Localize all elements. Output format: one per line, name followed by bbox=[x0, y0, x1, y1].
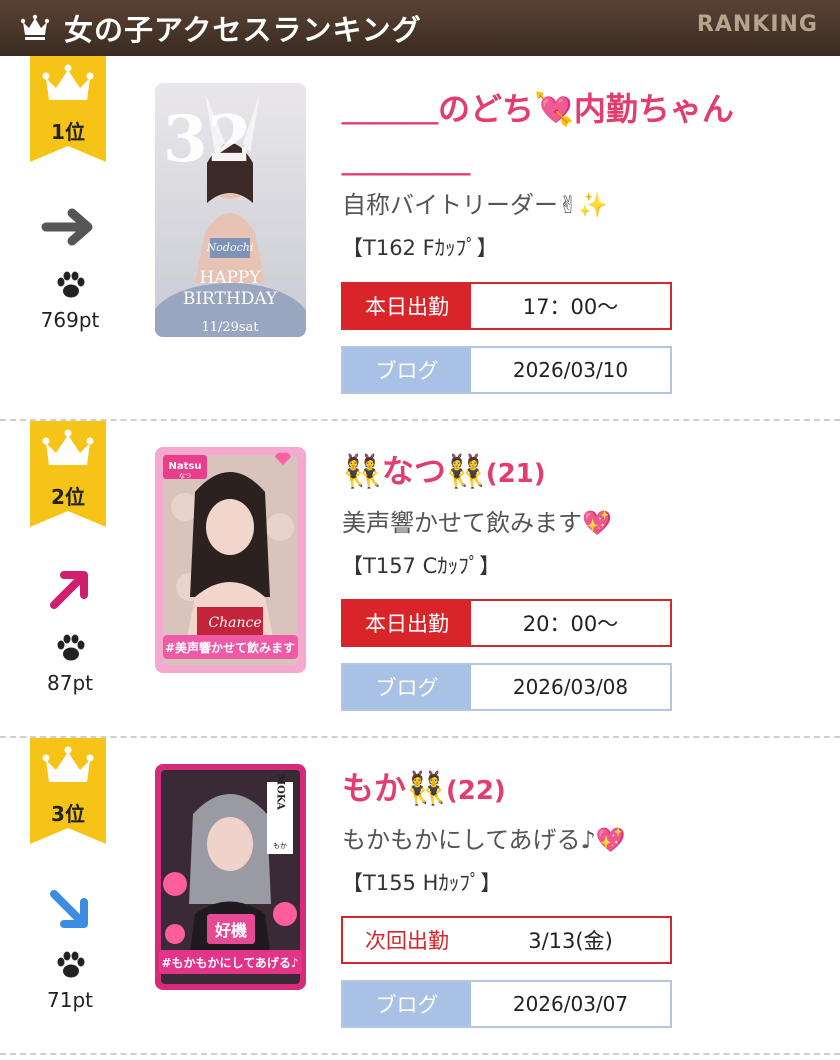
cast-name[interactable]: ＿＿＿のどち💘内勤ちゃん bbox=[342, 85, 734, 133]
work-label: 次回出勤 bbox=[343, 918, 471, 962]
cast-spec: 【T155 Hｶｯﾌﾟ】 bbox=[342, 871, 502, 895]
points-value: 769pt bbox=[40, 308, 100, 332]
ranking-label: RANKING bbox=[696, 12, 818, 37]
photo-tag-sub: なつ bbox=[179, 473, 191, 480]
points-value: 87pt bbox=[47, 671, 93, 695]
blog-label: ブログ bbox=[343, 348, 471, 392]
photo-line-birthday: BIRTHDAY bbox=[183, 289, 278, 309]
rank-label: 3位 bbox=[51, 802, 85, 826]
rank-ribbon: 2位 bbox=[30, 421, 106, 527]
work-schedule: 本日出勤 20：00〜 bbox=[341, 599, 672, 647]
crown-icon bbox=[20, 14, 50, 40]
rank-label: 2位 bbox=[51, 485, 85, 509]
cast-catchphrase: 美声響かせて飲みます💖 bbox=[342, 509, 612, 537]
blog-link[interactable]: ブログ 2026/03/07 bbox=[341, 980, 672, 1028]
cast-name-line2[interactable]: ＿＿＿＿ bbox=[342, 136, 470, 184]
work-time: 20：00〜 bbox=[522, 612, 619, 636]
photo-caption: #もかもかにしてあげる♪ bbox=[162, 955, 299, 970]
cast-name-text: 👯なつ👯 bbox=[342, 452, 486, 490]
blog-date: 2026/03/07 bbox=[512, 992, 629, 1016]
down-right-arrow-icon bbox=[50, 890, 88, 928]
ranking-entry-2[interactable]: 2位 87pt Natsu なつ Chance #美声響かせて飲みます 👯なつ👯… bbox=[0, 421, 840, 737]
paw-icon bbox=[57, 634, 85, 661]
work-label: 本日出勤 bbox=[343, 601, 471, 645]
paw-icon bbox=[57, 951, 85, 978]
page-title: 女の子アクセスランキング bbox=[64, 13, 422, 47]
cast-photo[interactable]: MOKA もか 好機 #もかもかにしてあげる♪ bbox=[155, 764, 306, 990]
work-time: 17：00〜 bbox=[522, 295, 619, 319]
up-right-arrow-icon bbox=[50, 571, 88, 609]
photo-name: Nodochi bbox=[206, 241, 254, 254]
work-schedule: 本日出勤 17：00〜 bbox=[341, 282, 672, 330]
cast-age: (22) bbox=[445, 776, 506, 806]
photo-number: 32 bbox=[163, 102, 252, 177]
entry-divider bbox=[0, 1053, 840, 1055]
photo-badge: 好機 bbox=[214, 921, 247, 940]
cast-age: (21) bbox=[485, 459, 546, 489]
blog-label: ブログ bbox=[343, 982, 471, 1026]
cast-photo[interactable]: Natsu なつ Chance #美声響かせて飲みます bbox=[155, 447, 306, 673]
right-arrow-icon bbox=[41, 208, 93, 246]
blog-link[interactable]: ブログ 2026/03/08 bbox=[341, 663, 672, 711]
photo-caption: #美声響かせて飲みます bbox=[165, 640, 295, 655]
cast-photo[interactable]: 32 Nodochi HAPPY BIRTHDAY 11/29sat bbox=[155, 83, 306, 337]
rank-ribbon: 1位 bbox=[30, 56, 106, 162]
paw-icon bbox=[57, 271, 85, 298]
cast-name-text: もか👯 bbox=[342, 769, 446, 807]
photo-line-happy: HAPPY bbox=[199, 268, 261, 288]
cast-spec: 【T157 Cｶｯﾌﾟ】 bbox=[342, 554, 501, 578]
points-value: 71pt bbox=[47, 988, 93, 1012]
photo-tag-sub: もか bbox=[273, 842, 287, 850]
blog-link[interactable]: ブログ 2026/03/10 bbox=[341, 346, 672, 394]
work-label: 本日出勤 bbox=[343, 284, 471, 328]
ranking-entry-1[interactable]: 1位 769pt 32 Nodochi HAPPY BIRTHDAY 11/29… bbox=[0, 56, 840, 394]
blog-label: ブログ bbox=[343, 665, 471, 709]
photo-date: 11/29sat bbox=[201, 320, 259, 335]
cast-name[interactable]: 👯なつ👯(21) bbox=[342, 447, 546, 498]
cast-name[interactable]: もか👯(22) bbox=[342, 764, 506, 815]
work-date: 3/13(金) bbox=[528, 929, 613, 953]
cast-catchphrase: もかもかにしてあげる♪💖 bbox=[342, 826, 626, 854]
photo-brand: Chance bbox=[208, 615, 261, 631]
photo-tag: MOKA bbox=[275, 774, 286, 810]
rank-label: 1位 bbox=[51, 120, 85, 144]
cast-spec: 【T162 Fｶｯﾌﾟ】 bbox=[342, 236, 498, 260]
work-schedule: 次回出勤 3/13(金) bbox=[341, 916, 672, 964]
cast-catchphrase: 自称バイトリーダー✌✨ bbox=[342, 191, 608, 219]
blog-date: 2026/03/10 bbox=[512, 358, 629, 382]
photo-tag: Natsu bbox=[169, 461, 202, 472]
blog-date: 2026/03/08 bbox=[512, 675, 629, 699]
rank-ribbon: 3位 bbox=[30, 738, 106, 844]
ranking-entry-3[interactable]: 3位 71pt MOKA もか 好機 #もかもかにしてあげる♪ もか👯(22) … bbox=[0, 738, 840, 1054]
page-header: 女の子アクセスランキング RANKING bbox=[0, 0, 840, 56]
